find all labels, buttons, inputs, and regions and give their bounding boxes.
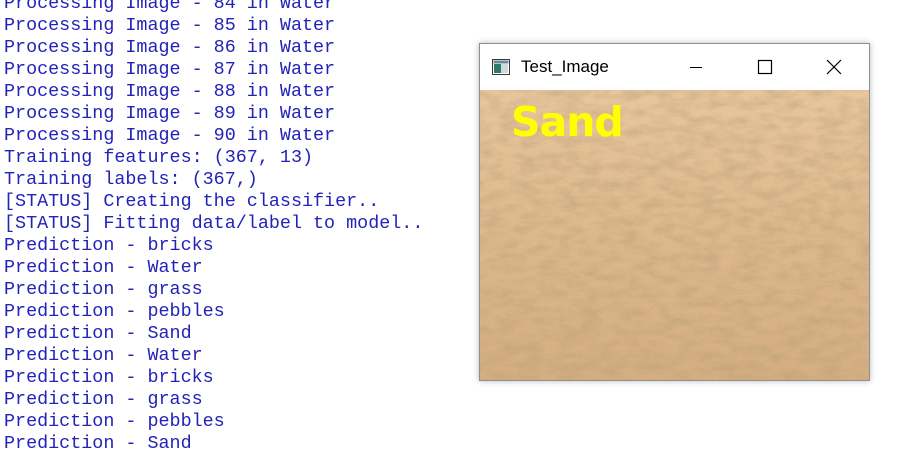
console-line: Processing Image - 87 in Water (4, 59, 336, 80)
console-line: Prediction - Sand (4, 323, 192, 344)
test-image-window[interactable]: Test_Image Sand (479, 43, 870, 381)
console-line: Processing Image - 90 in Water (4, 125, 336, 146)
console-line: Prediction - pebbles (4, 301, 225, 322)
console-line: Training features: (367, 13) (4, 147, 314, 168)
console-line: Processing Image - 85 in Water (4, 15, 336, 36)
console-line: Prediction - bricks (4, 235, 214, 256)
console-line: Prediction - Water (4, 257, 203, 278)
window-app-icon (492, 59, 510, 75)
close-button[interactable] (811, 44, 857, 90)
console-line: Prediction - bricks (4, 367, 214, 388)
console-line: Processing Image - 89 in Water (4, 103, 336, 124)
close-icon (826, 59, 842, 75)
maximize-button[interactable] (742, 44, 788, 90)
desktop: Processing Image - 84 in Water Processing… (0, 0, 915, 453)
console-line: Prediction - Water (4, 345, 203, 366)
console-line: [STATUS] Creating the classifier.. (4, 191, 380, 212)
console-line: Processing Image - 84 in Water (4, 0, 336, 14)
console-line: Prediction - grass (4, 389, 203, 410)
console-output: Processing Image - 84 in Water Processing… (4, 0, 423, 453)
console-line: Prediction - pebbles (4, 411, 225, 432)
prediction-label-overlay: Sand (511, 98, 624, 146)
console-line: [STATUS] Fitting data/label to model.. (4, 213, 424, 234)
console-line: Prediction - grass (4, 279, 203, 300)
console-line: Processing Image - 88 in Water (4, 81, 336, 102)
maximize-icon (757, 59, 773, 75)
window-title: Test_Image (521, 57, 609, 76)
minimize-button[interactable] (673, 44, 719, 90)
console-line: Processing Image - 86 in Water (4, 37, 336, 58)
test-image-canvas: Sand (480, 90, 869, 380)
window-titlebar[interactable]: Test_Image (480, 44, 869, 90)
console-line: Prediction - Sand (4, 433, 192, 453)
minimize-icon (690, 67, 702, 68)
console-line: Training labels: (367,) (4, 169, 258, 190)
